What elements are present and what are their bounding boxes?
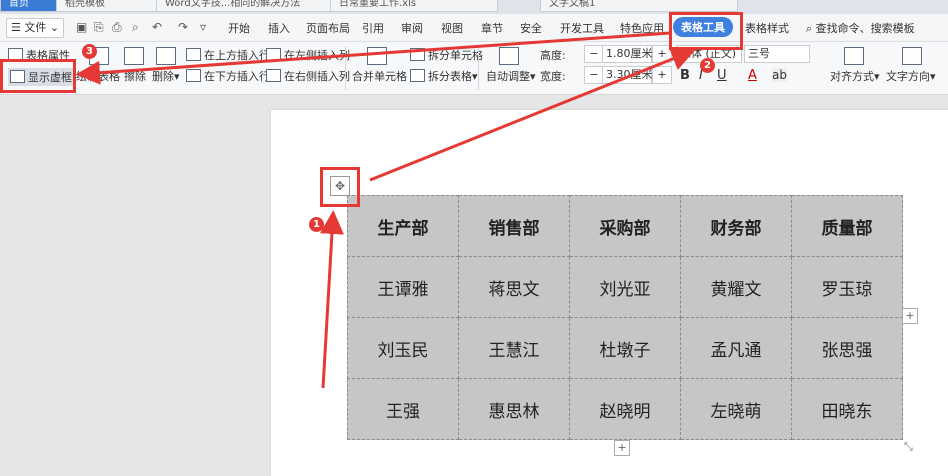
arrow-to-table-tools xyxy=(369,47,696,182)
arrow-to-show-gridlines xyxy=(76,31,671,85)
arrow-to-handle xyxy=(319,210,344,389)
annotation-arrows xyxy=(76,31,696,389)
